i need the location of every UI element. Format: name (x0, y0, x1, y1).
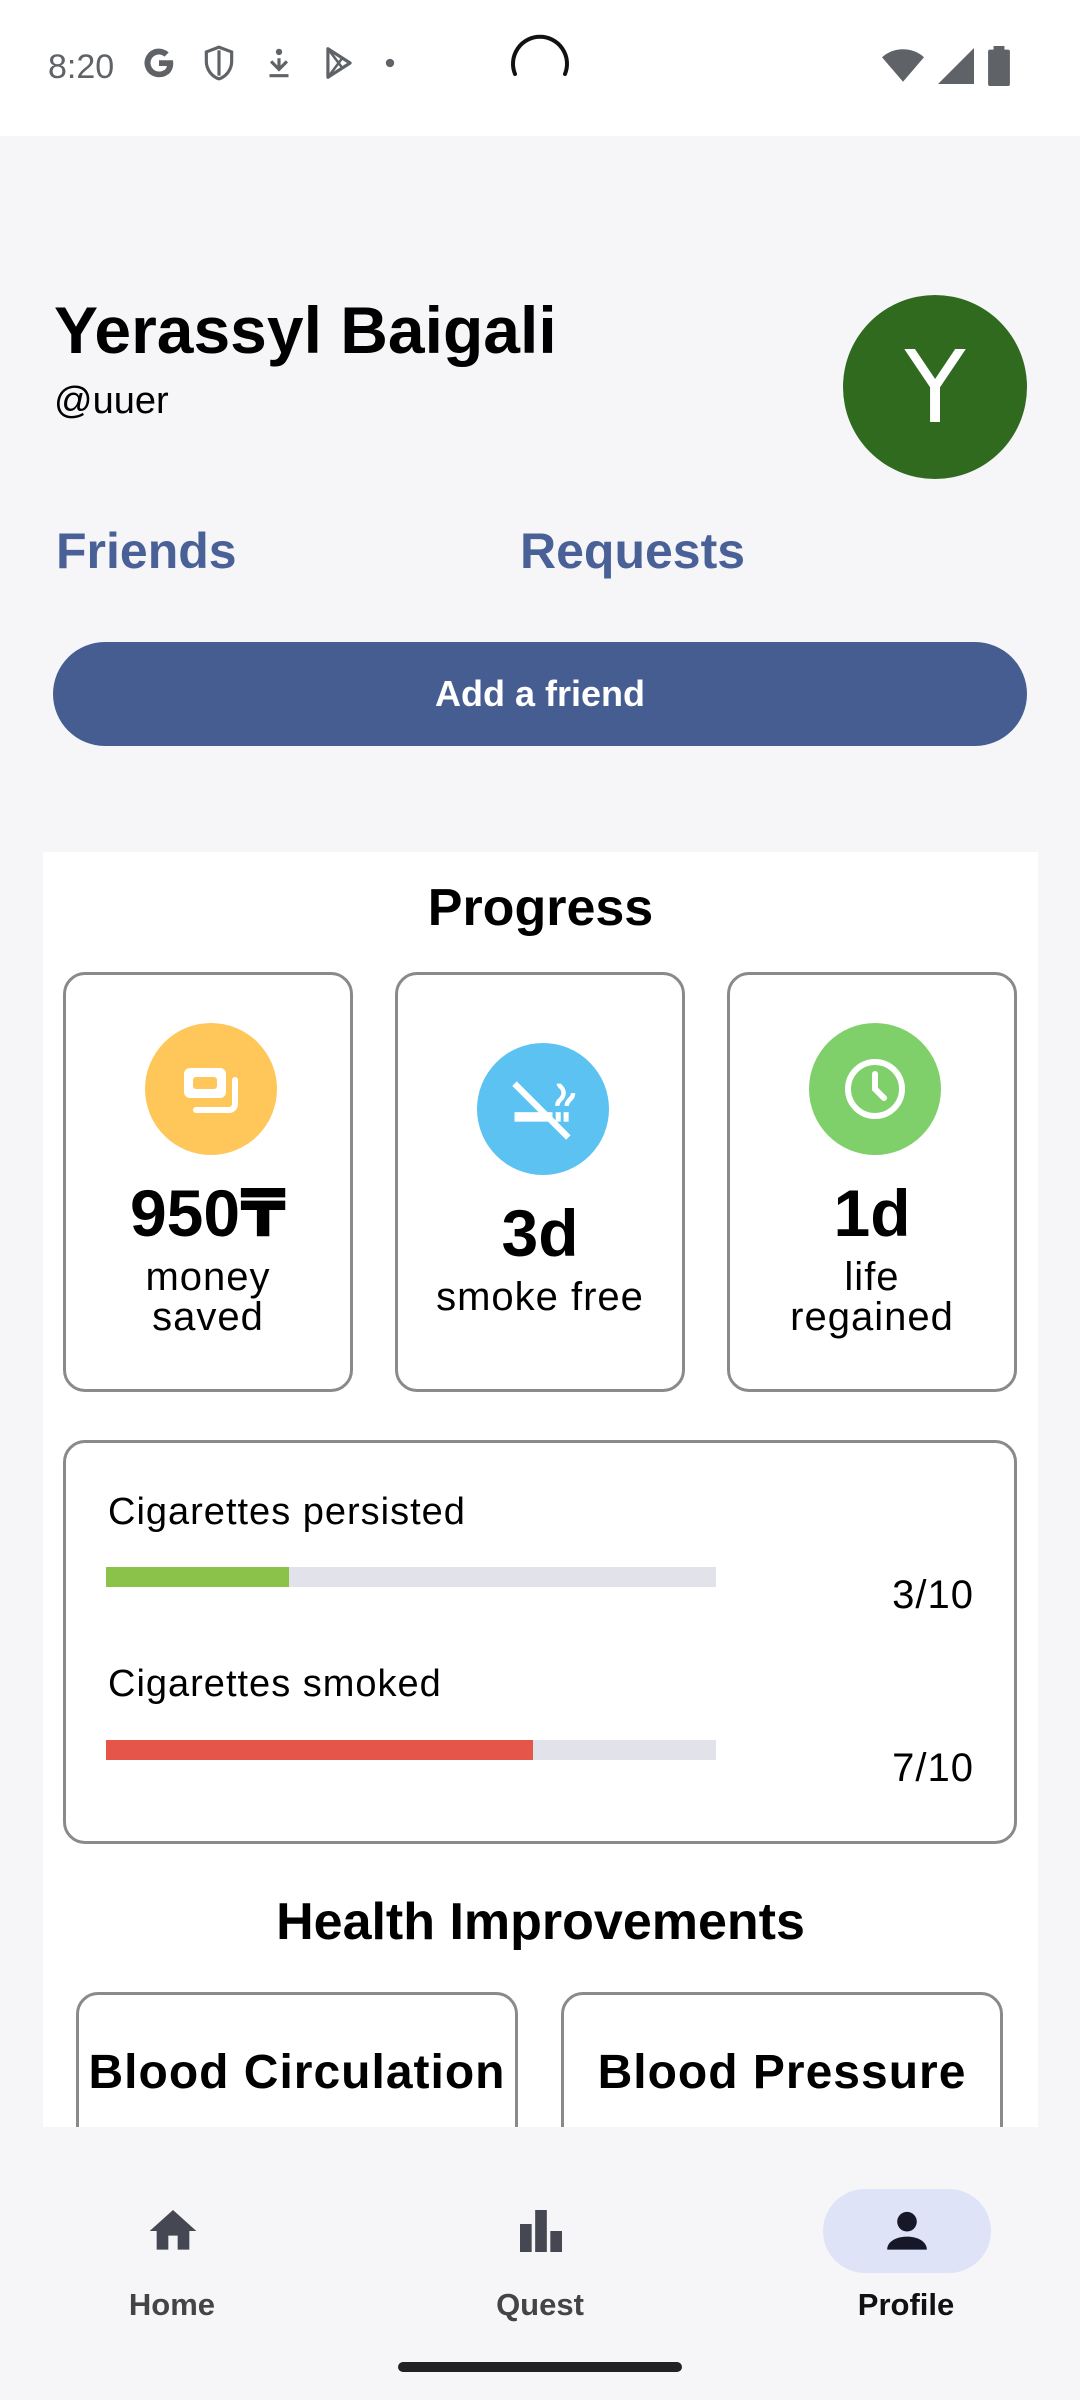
nav-item-profile[interactable]: Profile (806, 2159, 1006, 2322)
avatar[interactable]: Y (843, 295, 1027, 479)
person-icon (887, 2211, 927, 2250)
loading-spinner-icon (511, 34, 569, 76)
system-icons (882, 46, 1010, 86)
no-smoking-icon (477, 1043, 609, 1175)
stat-label: life (844, 1255, 900, 1299)
cellular-icon (938, 48, 974, 84)
stat-label: money (145, 1255, 271, 1299)
home-icon (149, 2210, 197, 2250)
smoked-progress-fill (106, 1740, 533, 1760)
persisted-progress-bar (106, 1567, 716, 1587)
stat-card-smoke-free: 3d smoke free (395, 972, 685, 1392)
nav-label: Quest (496, 2287, 584, 2322)
money-icon (145, 1023, 277, 1155)
requests-link[interactable]: Requests (520, 522, 745, 580)
stat-value: 1d (833, 1176, 911, 1250)
health-card-blood-pressure[interactable]: Blood Pressure (561, 1992, 1003, 2127)
stat-label: regained (790, 1295, 954, 1339)
nav-pill-active (823, 2189, 991, 2273)
shield-icon (204, 45, 234, 81)
bottom-navigation: Home Quest Profile (0, 2127, 1080, 2400)
stat-card-money-saved: 950₸ money saved (63, 972, 353, 1392)
nav-item-quest[interactable]: Quest (440, 2159, 640, 2322)
play-store-icon (326, 47, 352, 79)
progress-panel: Progress 950₸ money saved 3d smoke free … (43, 852, 1038, 2127)
friends-link[interactable]: Friends (56, 522, 237, 580)
battery-icon (988, 46, 1010, 86)
cigarettes-progress-card: Cigarettes persisted 3/10 Cigarettes smo… (63, 1440, 1017, 1844)
nav-label: Home (128, 2287, 216, 2322)
persisted-count: 3/10 (892, 1573, 974, 1617)
bar-chart-icon (520, 2210, 562, 2252)
smoked-count: 7/10 (892, 1746, 974, 1790)
status-bar: 8:20 (0, 0, 1080, 136)
nav-label: Profile (857, 2287, 955, 2322)
health-improvements-title: Health Improvements (276, 1893, 805, 1951)
dot-icon (385, 58, 395, 68)
health-card-title: Blood Pressure (597, 2046, 967, 2099)
user-handle: @uuer (54, 380, 169, 422)
home-indicator[interactable] (398, 2362, 682, 2372)
stat-label: smoke free (436, 1275, 644, 1319)
stat-value: 950₸ (129, 1176, 287, 1250)
persisted-label: Cigarettes persisted (108, 1491, 466, 1533)
stat-card-life-regained: 1d life regained (727, 972, 1017, 1392)
health-card-blood-circulation[interactable]: Blood Circulation (76, 1992, 518, 2127)
nav-item-home[interactable]: Home (72, 2159, 272, 2322)
progress-title: Progress (427, 879, 654, 937)
nav-pill (89, 2189, 257, 2273)
user-name: Yerassyl Baigali (54, 293, 557, 367)
smoked-progress-bar (106, 1740, 716, 1760)
google-icon (144, 48, 174, 78)
stat-value: 3d (501, 1196, 579, 1270)
clock-icon (809, 1023, 941, 1155)
stat-label: saved (152, 1295, 264, 1339)
health-card-title: Blood Circulation (88, 2046, 506, 2099)
persisted-progress-fill (106, 1567, 289, 1587)
nav-pill (457, 2189, 625, 2273)
notification-icons (140, 44, 400, 82)
add-friend-button[interactable]: Add a friend (53, 642, 1027, 746)
download-icon (269, 48, 289, 78)
status-time: 8:20 (48, 48, 115, 86)
wifi-icon (882, 49, 924, 82)
smoked-label: Cigarettes smoked (108, 1663, 442, 1705)
